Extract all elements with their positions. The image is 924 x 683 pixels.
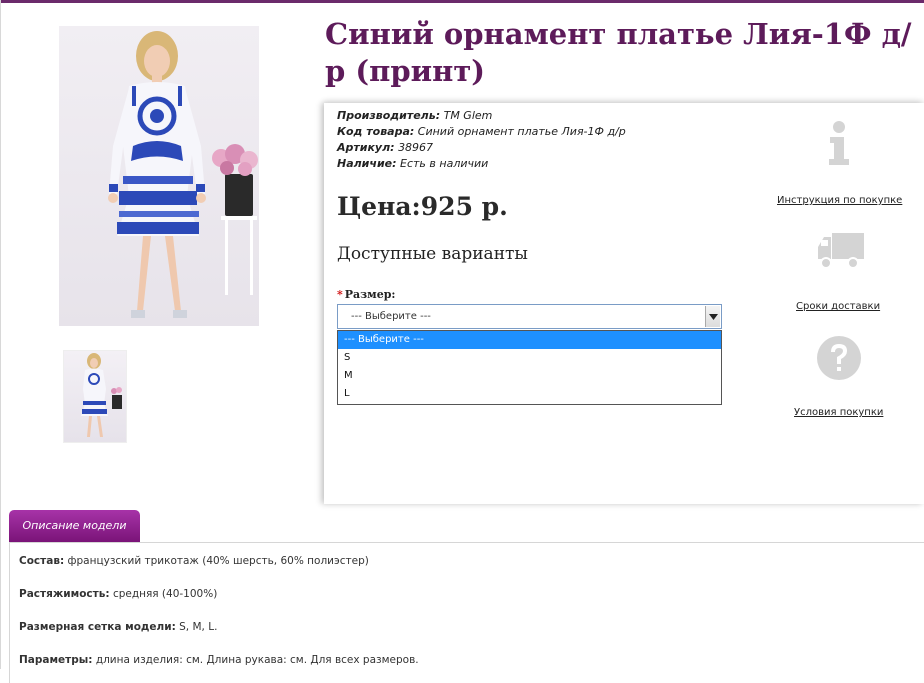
composition-value: французский трикотаж (40% шерсть, 60% по… xyxy=(67,555,369,567)
manufacturer-row: Производитель: ТМ Glem xyxy=(337,108,626,124)
code-row: Код товара: Синий орнамент платье Лия-1Ф… xyxy=(337,124,626,140)
delivery-link[interactable]: Сроки доставки xyxy=(796,301,880,312)
manufacturer-label: Производитель: xyxy=(337,109,441,122)
description-line-sizes: Размерная сетка модели: S, M, L. xyxy=(19,621,217,633)
article-label: Артикул: xyxy=(337,141,395,154)
code-label: Код товара: xyxy=(337,125,415,138)
size-option-s[interactable]: S xyxy=(338,349,721,367)
manufacturer-value: ТМ Glem xyxy=(443,109,493,122)
size-select[interactable]: --- Выберите --- xyxy=(337,304,722,329)
conditions-link[interactable]: Условия покупки xyxy=(794,407,883,418)
question-icon xyxy=(816,335,862,385)
dress-photo-illustration xyxy=(108,31,258,318)
size-select-value: --- Выберите --- xyxy=(351,311,431,322)
availability-row: Наличие: Есть в наличии xyxy=(337,156,626,172)
info-icon xyxy=(827,121,851,169)
description-line-stretch: Растяжимость: средняя (40-100%) xyxy=(19,588,217,600)
description-line-params: Параметры: длина изделия: см. Длина рука… xyxy=(19,654,419,666)
top-accent-border xyxy=(0,0,924,3)
article-row: Артикул: 38967 xyxy=(337,140,626,156)
stretch-key: Растяжимость: xyxy=(19,588,110,600)
sizes-key: Размерная сетка модели: xyxy=(19,621,176,633)
size-option-l[interactable]: L xyxy=(338,385,721,403)
availability-label: Наличие: xyxy=(337,157,397,170)
tab-description[interactable]: Описание модели xyxy=(9,510,140,542)
product-price: Цена:925 р. xyxy=(337,192,508,221)
product-title: Синий орнамент платье Лия-1Ф д/р (принт) xyxy=(325,17,912,88)
dress-thumbnail-illustration xyxy=(81,353,122,437)
required-mark: * xyxy=(337,288,343,301)
stretch-value: средняя (40-100%) xyxy=(112,588,218,600)
size-option-placeholder[interactable]: --- Выберите --- xyxy=(338,331,721,349)
product-thumbnail[interactable] xyxy=(63,350,127,443)
chevron-down-icon[interactable] xyxy=(705,306,720,327)
size-label-text: Размер: xyxy=(344,288,396,301)
size-label: * Размер: xyxy=(337,288,396,301)
description-panel: Состав: французский трикотаж (40% шерсть… xyxy=(9,542,924,683)
truck-icon xyxy=(816,231,866,275)
description-line-composition: Состав: французский трикотаж (40% шерсть… xyxy=(19,555,369,567)
variants-heading: Доступные варианты xyxy=(337,244,528,264)
product-main-image[interactable] xyxy=(59,26,259,326)
sizes-value: S, M, L. xyxy=(179,621,218,633)
params-value: длина изделия: см. Длина рукава: см. Для… xyxy=(95,654,419,666)
composition-key: Состав: xyxy=(19,555,65,567)
left-divider xyxy=(0,0,1,669)
article-value: 38967 xyxy=(398,141,434,154)
size-option-m[interactable]: M xyxy=(338,367,721,385)
availability-value: Есть в наличии xyxy=(400,157,489,170)
instructions-link[interactable]: Инструкция по покупке xyxy=(777,195,902,206)
params-key: Параметры: xyxy=(19,654,93,666)
product-meta: Производитель: ТМ Glem Код товара: Синий… xyxy=(337,108,626,172)
code-value: Синий орнамент платье Лия-1Ф д/р xyxy=(417,125,626,138)
product-info-panel: Производитель: ТМ Glem Код товара: Синий… xyxy=(324,103,924,504)
size-dropdown-list: --- Выберите --- S M L xyxy=(337,330,722,405)
